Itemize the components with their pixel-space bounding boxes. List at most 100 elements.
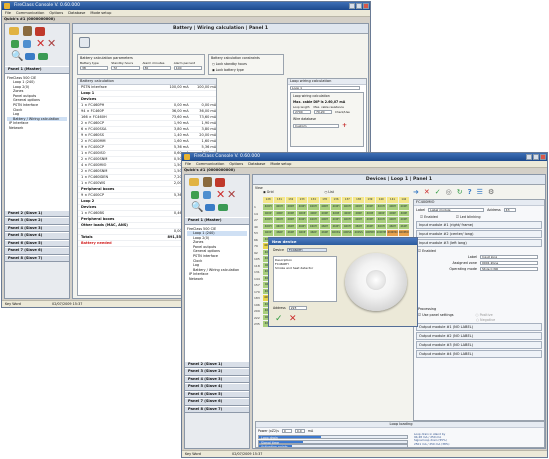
menu-options[interactable]: Options	[49, 10, 63, 16]
device-cell[interactable]: 400SS	[353, 230, 364, 236]
front-panel-button[interactable]: Panel 8 (Slave 7)	[185, 405, 249, 413]
delete-icon[interactable]: ✕	[36, 37, 45, 50]
device-cell[interactable]: 400H	[364, 217, 376, 223]
loop-length-field[interactable]: 2700	[293, 110, 311, 114]
battery-type-field[interactable]: 38	[80, 66, 109, 70]
input-label-field[interactable]: Input long	[480, 255, 538, 259]
device-cell[interactable]: 460H	[263, 223, 274, 229]
cut-icon[interactable]: ✕	[227, 188, 236, 201]
wire-type-select[interactable]: Custom	[293, 123, 339, 128]
device-cell[interactable]: 460H	[353, 223, 364, 229]
device-cell[interactable]: 460H	[364, 223, 376, 229]
device-cell[interactable]: 400P	[263, 210, 274, 216]
device-cell[interactable]: 400MM	[376, 230, 387, 236]
device-cell[interactable]: 400H	[364, 204, 376, 210]
device-cell[interactable]: 400H	[376, 204, 387, 210]
device-cell[interactable]: 400P	[296, 210, 308, 216]
device-cell[interactable]: 400H	[296, 217, 308, 223]
front-panel-button[interactable]: Panel 2 (Slave 1)	[185, 360, 249, 368]
device-cell[interactable]: 460P	[296, 230, 308, 236]
device-cell[interactable]: 400H	[398, 204, 409, 210]
device-cell[interactable]: 400H	[330, 204, 342, 210]
open-folder-icon[interactable]	[189, 178, 199, 186]
ok-check-icon[interactable]: ✓	[275, 314, 283, 324]
device-cell[interactable]: 400H	[387, 217, 398, 223]
back-panel-1-header[interactable]: Panel 1 (Master)	[5, 66, 69, 74]
power-field-2[interactable]: 0.0	[294, 429, 305, 433]
close-button[interactable]	[540, 154, 546, 160]
add-loop-icon[interactable]	[203, 191, 211, 199]
back-panel-button[interactable]: Panel 7 (Slave 6)	[5, 247, 69, 255]
device-cell[interactable]: 460P	[274, 230, 285, 236]
max-resistance-field[interactable]: 70,20	[314, 110, 332, 114]
standby-hours-field[interactable]: 72	[111, 66, 140, 70]
device-cell[interactable]: 400H	[285, 217, 296, 223]
check-use-button[interactable]: Check/Use	[335, 110, 350, 114]
device-cell[interactable]: 460H	[342, 223, 353, 229]
network-icon[interactable]	[205, 204, 215, 211]
input-module-row[interactable]: Input module #2 (center/ long)	[416, 230, 542, 238]
device-cell[interactable]: 400H	[319, 217, 330, 223]
device-cell[interactable]: 400SS	[330, 230, 342, 236]
menu-options[interactable]: Options	[229, 161, 243, 167]
device-cell[interactable]: 400H	[263, 217, 274, 223]
device-cell[interactable]: 460P	[308, 230, 319, 236]
alarm-minutes-field[interactable]: 30	[142, 66, 171, 70]
device-cell[interactable]: 400H	[308, 217, 319, 223]
device-cell[interactable]: 400H	[398, 217, 409, 223]
device-cell[interactable]: 400P	[308, 210, 319, 216]
output-module-row[interactable]: Output module #4 (NO LABEL)	[416, 350, 542, 358]
device-cell[interactable]: 400P	[330, 210, 342, 216]
device-cell[interactable]: 400P	[398, 210, 409, 216]
minimize-button[interactable]	[349, 3, 355, 9]
device-cell[interactable]: 400H	[285, 204, 296, 210]
zones-icon[interactable]	[38, 53, 48, 60]
menu-mode-setup[interactable]: Mode setup	[270, 161, 291, 167]
device-cell[interactable]: 400H	[274, 204, 285, 210]
menu-database[interactable]: Database	[68, 10, 85, 16]
add-loop-icon[interactable]	[23, 40, 31, 48]
back-panel-button[interactable]: Panel 2 (Slave 1)	[5, 209, 69, 217]
device-cell[interactable]: 400H	[387, 204, 398, 210]
device-cell[interactable]: 400H	[376, 217, 387, 223]
device-cell[interactable]: 460P	[263, 230, 274, 236]
device-cell[interactable]: 460H	[285, 223, 296, 229]
front-panel-button[interactable]: Panel 3 (Slave 2)	[185, 368, 249, 376]
menu-file[interactable]: File	[5, 10, 11, 16]
device-cell[interactable]: 460H	[308, 223, 319, 229]
front-panel-1-header[interactable]: Panel 1 (Master)	[185, 217, 249, 225]
device-cell[interactable]: 400H	[342, 204, 353, 210]
write-icon[interactable]	[203, 177, 212, 187]
device-cell[interactable]: 460H	[387, 223, 398, 229]
check-icon[interactable]: ✓	[435, 188, 441, 196]
back-panel-button[interactable]: Panel 6 (Slave 5)	[5, 239, 69, 247]
operating-mode-select[interactable]: Style C NO	[480, 267, 538, 271]
device-cell[interactable]: 400P	[364, 210, 376, 216]
device-cell[interactable]: 400MIO	[398, 230, 409, 236]
power-field-1[interactable]: 0	[281, 429, 292, 433]
device-cell[interactable]: 460H	[398, 223, 409, 229]
device-cell[interactable]: 400H	[342, 217, 353, 223]
menu-mode-setup[interactable]: Mode setup	[90, 10, 111, 16]
delete-icon[interactable]: ✕	[216, 188, 225, 201]
input-module-row[interactable]: Input module #1 (right/ frame)	[416, 221, 542, 229]
loop-select[interactable]: Loop 1	[290, 86, 360, 90]
device-cell[interactable]: 460P	[285, 230, 296, 236]
minimize-button[interactable]	[526, 154, 532, 160]
front-panel-button[interactable]: Panel 4 (Slave 3)	[185, 375, 249, 383]
maximize-button[interactable]	[533, 154, 539, 160]
back-panel-button[interactable]: Panel 4 (Slave 3)	[5, 224, 69, 232]
device-cell[interactable]: 400MM	[364, 230, 376, 236]
tools-icon[interactable]: ⚙	[488, 188, 494, 196]
device-select[interactable]: FC460PH	[286, 248, 327, 252]
tree-item[interactable]: Network	[7, 126, 67, 131]
device-cell[interactable]: 400P	[342, 210, 353, 216]
input-module-row[interactable]: Input module #3 (left long)	[416, 239, 542, 247]
add-icon[interactable]	[11, 40, 19, 48]
front-panel-button[interactable]: Panel 6 (Slave 5)	[185, 390, 249, 398]
device-cell[interactable]: 400P	[274, 210, 285, 216]
device-cell[interactable]: 460H	[319, 223, 330, 229]
device-cell[interactable]: 400MIO	[387, 230, 398, 236]
search-icon[interactable]: 🔍	[191, 202, 203, 213]
menu-communication[interactable]: Communication	[16, 10, 44, 16]
